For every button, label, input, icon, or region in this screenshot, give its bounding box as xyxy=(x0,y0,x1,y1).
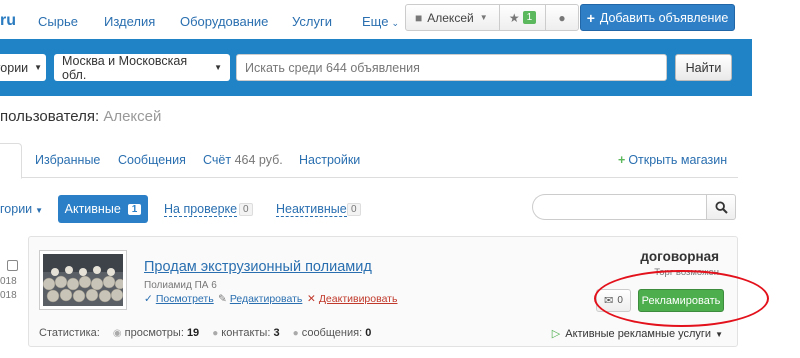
listing-search-input[interactable] xyxy=(532,194,706,220)
view-listing-link[interactable]: ✓ Посмотреть xyxy=(144,293,214,305)
favorites-button[interactable]: ★ 1 xyxy=(500,5,546,30)
category-select-value: гории xyxy=(0,60,29,75)
messages-count: 0 xyxy=(365,327,372,339)
tab-messages[interactable]: Сообщения xyxy=(118,153,186,167)
user-name: Алексей xyxy=(427,10,474,25)
views-label: просмотры: xyxy=(124,327,184,339)
listing-date-fragment: 018 xyxy=(0,290,17,301)
highlight-annotation-ellipse xyxy=(594,270,769,327)
tab-active[interactable] xyxy=(0,143,22,179)
tab-account-label: Счёт xyxy=(203,153,232,167)
edit-listing-link[interactable]: ✎ Редактировать xyxy=(218,293,302,305)
search-button[interactable]: Найти xyxy=(675,54,732,81)
chat-bubble-icon: ● xyxy=(558,10,566,25)
edit-icon: ✎ xyxy=(218,293,227,305)
tab-favorites[interactable]: Избранные xyxy=(35,153,100,167)
contacts-count: 3 xyxy=(273,327,280,339)
listing-date-fragment: 018 xyxy=(0,276,17,287)
tab-account[interactable]: Счёт 464 руб. xyxy=(203,153,283,167)
listing-search-button[interactable] xyxy=(706,194,736,220)
nav-more-dropdown[interactable]: Еще ⌄ xyxy=(362,14,399,29)
stats-label: Статистика: xyxy=(39,327,100,339)
page-title-username: Алексей xyxy=(103,108,162,125)
view-listing-label: Посмотреть xyxy=(155,293,214,305)
category-select[interactable]: гории ▼ xyxy=(0,54,46,81)
listing-subtitle: Полиамид ПА 6 xyxy=(144,280,217,291)
ad-services-dropdown[interactable]: ▷ Активные рекламные услуги ▼ xyxy=(552,327,723,340)
favorites-count-badge: 1 xyxy=(522,11,537,24)
star-icon: ★ xyxy=(508,10,520,25)
edit-listing-label: Редактировать xyxy=(229,293,303,305)
listing-checkbox[interactable] xyxy=(7,260,18,271)
ad-services-label: Активные рекламные услуги xyxy=(565,328,712,340)
eye-icon: ◉ xyxy=(112,328,122,339)
user-menu-button[interactable]: ■ Алексей ▼ xyxy=(406,5,500,30)
filter-review-count: 0 xyxy=(239,203,253,216)
nav-more-label: Еще xyxy=(362,14,389,29)
plus-icon: + xyxy=(586,9,595,26)
tab-account-amount: 464 руб. xyxy=(234,153,283,167)
nav-link-raw-materials[interactable]: Сырье xyxy=(38,14,78,29)
messages-label: сообщения: xyxy=(301,327,363,339)
megaphone-icon: ▷ xyxy=(551,328,561,340)
page-title-prefix: пользователя: xyxy=(0,108,100,125)
nav-link-products[interactable]: Изделия xyxy=(104,14,155,29)
add-listing-button[interactable]: + Добавить объявление xyxy=(580,4,735,31)
filter-active-count: 1 xyxy=(127,203,142,215)
category-filter-dropdown[interactable]: гории ▼ xyxy=(0,202,43,216)
search-bar: гории ▼ Москва и Московская обл. ▼ Найти xyxy=(0,39,752,96)
region-select-value: Москва и Московская обл. xyxy=(62,53,188,82)
listing-stats: Статистика: ◉ просмотры: 19 ● контакты: 3 … xyxy=(39,327,371,339)
deactivate-listing-label: Деактивировать xyxy=(318,293,398,305)
top-navigation: ru Сырье Изделия Оборудование Услуги Еще… xyxy=(0,0,800,40)
plus-icon: + xyxy=(618,153,626,167)
site-logo-fragment[interactable]: ru xyxy=(0,12,16,30)
polyamide-rods-image xyxy=(43,254,123,306)
open-shop-label: Открыть магазин xyxy=(628,153,728,167)
user-toolbar: ■ Алексей ▼ ★ 1 ● xyxy=(405,4,579,31)
filter-inactive-count: 0 xyxy=(347,203,361,216)
profile-tabs: Избранные Сообщения Счёт 464 руб. Настро… xyxy=(0,143,738,179)
speech-bubble-icon: ● xyxy=(292,328,299,339)
category-filter-label: гории xyxy=(0,202,33,216)
user-icon: ■ xyxy=(415,10,423,25)
contacts-icon: ● xyxy=(212,328,219,339)
filter-active-button[interactable]: Активные 1 xyxy=(58,195,148,223)
nav-link-equipment[interactable]: Оборудование xyxy=(180,14,268,29)
chat-button[interactable]: ● xyxy=(546,5,578,30)
views-count: 19 xyxy=(186,327,200,339)
region-select[interactable]: Москва и Московская обл. ▼ xyxy=(54,53,230,82)
listing-title-link[interactable]: Продам экструзионный полиамид xyxy=(144,259,372,275)
caret-down-icon: ▼ xyxy=(35,206,44,215)
caret-down-icon: ▼ xyxy=(34,63,43,72)
listing-price: договорная xyxy=(640,249,719,264)
filter-inactive-link[interactable]: Неактивные xyxy=(276,203,347,217)
filter-active-label: Активные xyxy=(64,202,121,216)
contacts-label: контакты: xyxy=(221,327,271,339)
page-title: пользователя: Алексей xyxy=(0,108,161,125)
caret-down-icon: ▼ xyxy=(214,63,222,72)
nav-link-services[interactable]: Услуги xyxy=(292,14,332,29)
add-listing-label: Добавить объявление xyxy=(599,10,729,25)
check-icon: ✓ xyxy=(144,293,153,305)
chevron-down-icon: ⌄ xyxy=(391,18,399,28)
search-icon xyxy=(714,200,728,214)
tab-settings[interactable]: Настройки xyxy=(299,153,360,167)
open-shop-link[interactable]: + Открыть магазин xyxy=(618,153,727,167)
deactivate-listing-link[interactable]: ✕ Деактивировать xyxy=(307,293,397,305)
filter-review-link[interactable]: На проверке xyxy=(164,203,238,217)
close-icon: ✕ xyxy=(307,293,316,305)
listing-thumbnail[interactable] xyxy=(39,250,127,310)
caret-down-icon: ▼ xyxy=(479,13,488,22)
search-input[interactable] xyxy=(236,54,667,81)
caret-down-icon: ▼ xyxy=(715,330,723,339)
